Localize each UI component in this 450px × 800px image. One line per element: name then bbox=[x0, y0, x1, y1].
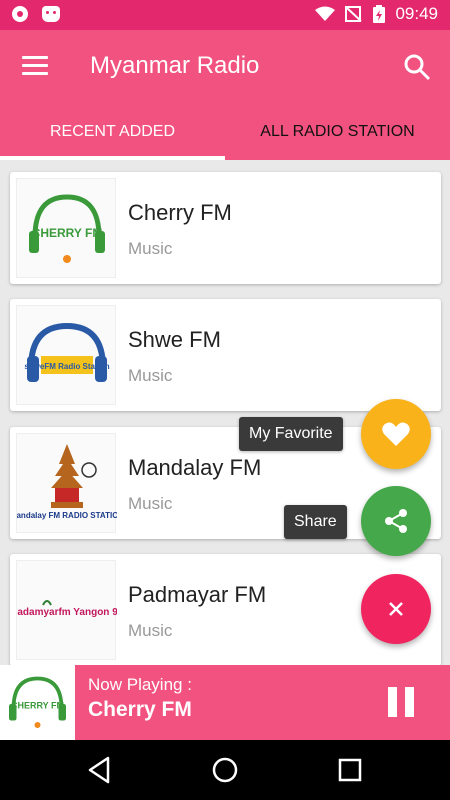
share-icon bbox=[385, 509, 407, 533]
padmayar-fm-logo: Padamyarfm Yangon 91 bbox=[11, 560, 124, 660]
app-notification-icon bbox=[42, 6, 60, 22]
close-icon bbox=[389, 602, 403, 616]
cherry-fm-logo: CHERRY FM bbox=[16, 178, 116, 278]
app-title: Myanmar Radio bbox=[90, 52, 260, 79]
menu-icon-bar bbox=[22, 56, 48, 59]
back-icon[interactable] bbox=[84, 754, 116, 786]
menu-button[interactable] bbox=[22, 56, 48, 78]
tab-recent-added[interactable]: RECENT ADDED bbox=[0, 102, 225, 160]
svg-text:shweFM Radio Station: shweFM Radio Station bbox=[24, 362, 109, 371]
pause-icon bbox=[405, 687, 414, 717]
shwe-fm-logo: shweFM Radio Station bbox=[16, 305, 116, 405]
close-fab-button[interactable] bbox=[361, 574, 431, 644]
station-card[interactable]: shweFM Radio Station Shwe FM Music bbox=[10, 299, 441, 411]
now-playing-label: Now Playing : bbox=[88, 675, 192, 694]
search-icon[interactable] bbox=[402, 52, 432, 82]
home-icon[interactable] bbox=[209, 754, 241, 786]
station-card[interactable]: CHERRY FM Cherry FM Music bbox=[10, 172, 441, 284]
wifi-icon bbox=[315, 6, 336, 21]
favorite-button[interactable] bbox=[361, 399, 431, 469]
menu-icon-bar bbox=[22, 72, 48, 75]
svg-text:Padamyarfm Yangon 91: Padamyarfm Yangon 91 bbox=[17, 607, 117, 618]
share-label[interactable]: Share bbox=[284, 505, 347, 539]
tab-bar: RECENT ADDED ALL RADIO STATION bbox=[0, 102, 450, 160]
station-category: Music bbox=[128, 366, 173, 385]
svg-text:CHERRY FM: CHERRY FM bbox=[32, 226, 103, 240]
no-signal-icon bbox=[345, 6, 363, 22]
system-nav-bar bbox=[0, 740, 450, 800]
station-name: Padmayar FM bbox=[128, 582, 267, 607]
heart-icon bbox=[382, 422, 410, 446]
now-playing-bar[interactable]: CHERRY FM Now Playing : Cherry FM bbox=[0, 665, 450, 740]
battery-charging-icon bbox=[373, 5, 386, 23]
status-bar: 09:49 bbox=[0, 0, 450, 30]
tab-all-radio-station[interactable]: ALL RADIO STATION bbox=[225, 102, 450, 160]
svg-text:Mandalay FM RADIO STATION: Mandalay FM RADIO STATION bbox=[17, 511, 117, 520]
share-button[interactable] bbox=[361, 486, 431, 556]
menu-icon-bar bbox=[22, 64, 48, 67]
pause-button[interactable] bbox=[388, 687, 416, 717]
station-category: Music bbox=[128, 494, 173, 513]
favorite-label[interactable]: My Favorite bbox=[239, 417, 343, 451]
svg-text:CHERRY FM: CHERRY FM bbox=[11, 701, 64, 711]
cherry-fm-logo: CHERRY FM bbox=[0, 665, 75, 740]
pause-icon bbox=[388, 687, 397, 717]
station-name: Cherry FM bbox=[128, 200, 232, 225]
app-bar: Myanmar Radio RECENT ADDED ALL RADIO STA… bbox=[0, 30, 450, 160]
notification-icon bbox=[12, 6, 28, 22]
station-category: Music bbox=[128, 239, 173, 258]
clock: 09:49 bbox=[395, 4, 438, 23]
station-category: Music bbox=[128, 621, 173, 640]
mandalay-fm-logo: Mandalay FM RADIO STATION bbox=[10, 433, 124, 533]
station-name: Mandalay FM bbox=[128, 455, 262, 480]
now-playing-station: Cherry FM bbox=[88, 698, 192, 721]
station-name: Shwe FM bbox=[128, 327, 221, 352]
recents-icon[interactable] bbox=[334, 754, 366, 786]
